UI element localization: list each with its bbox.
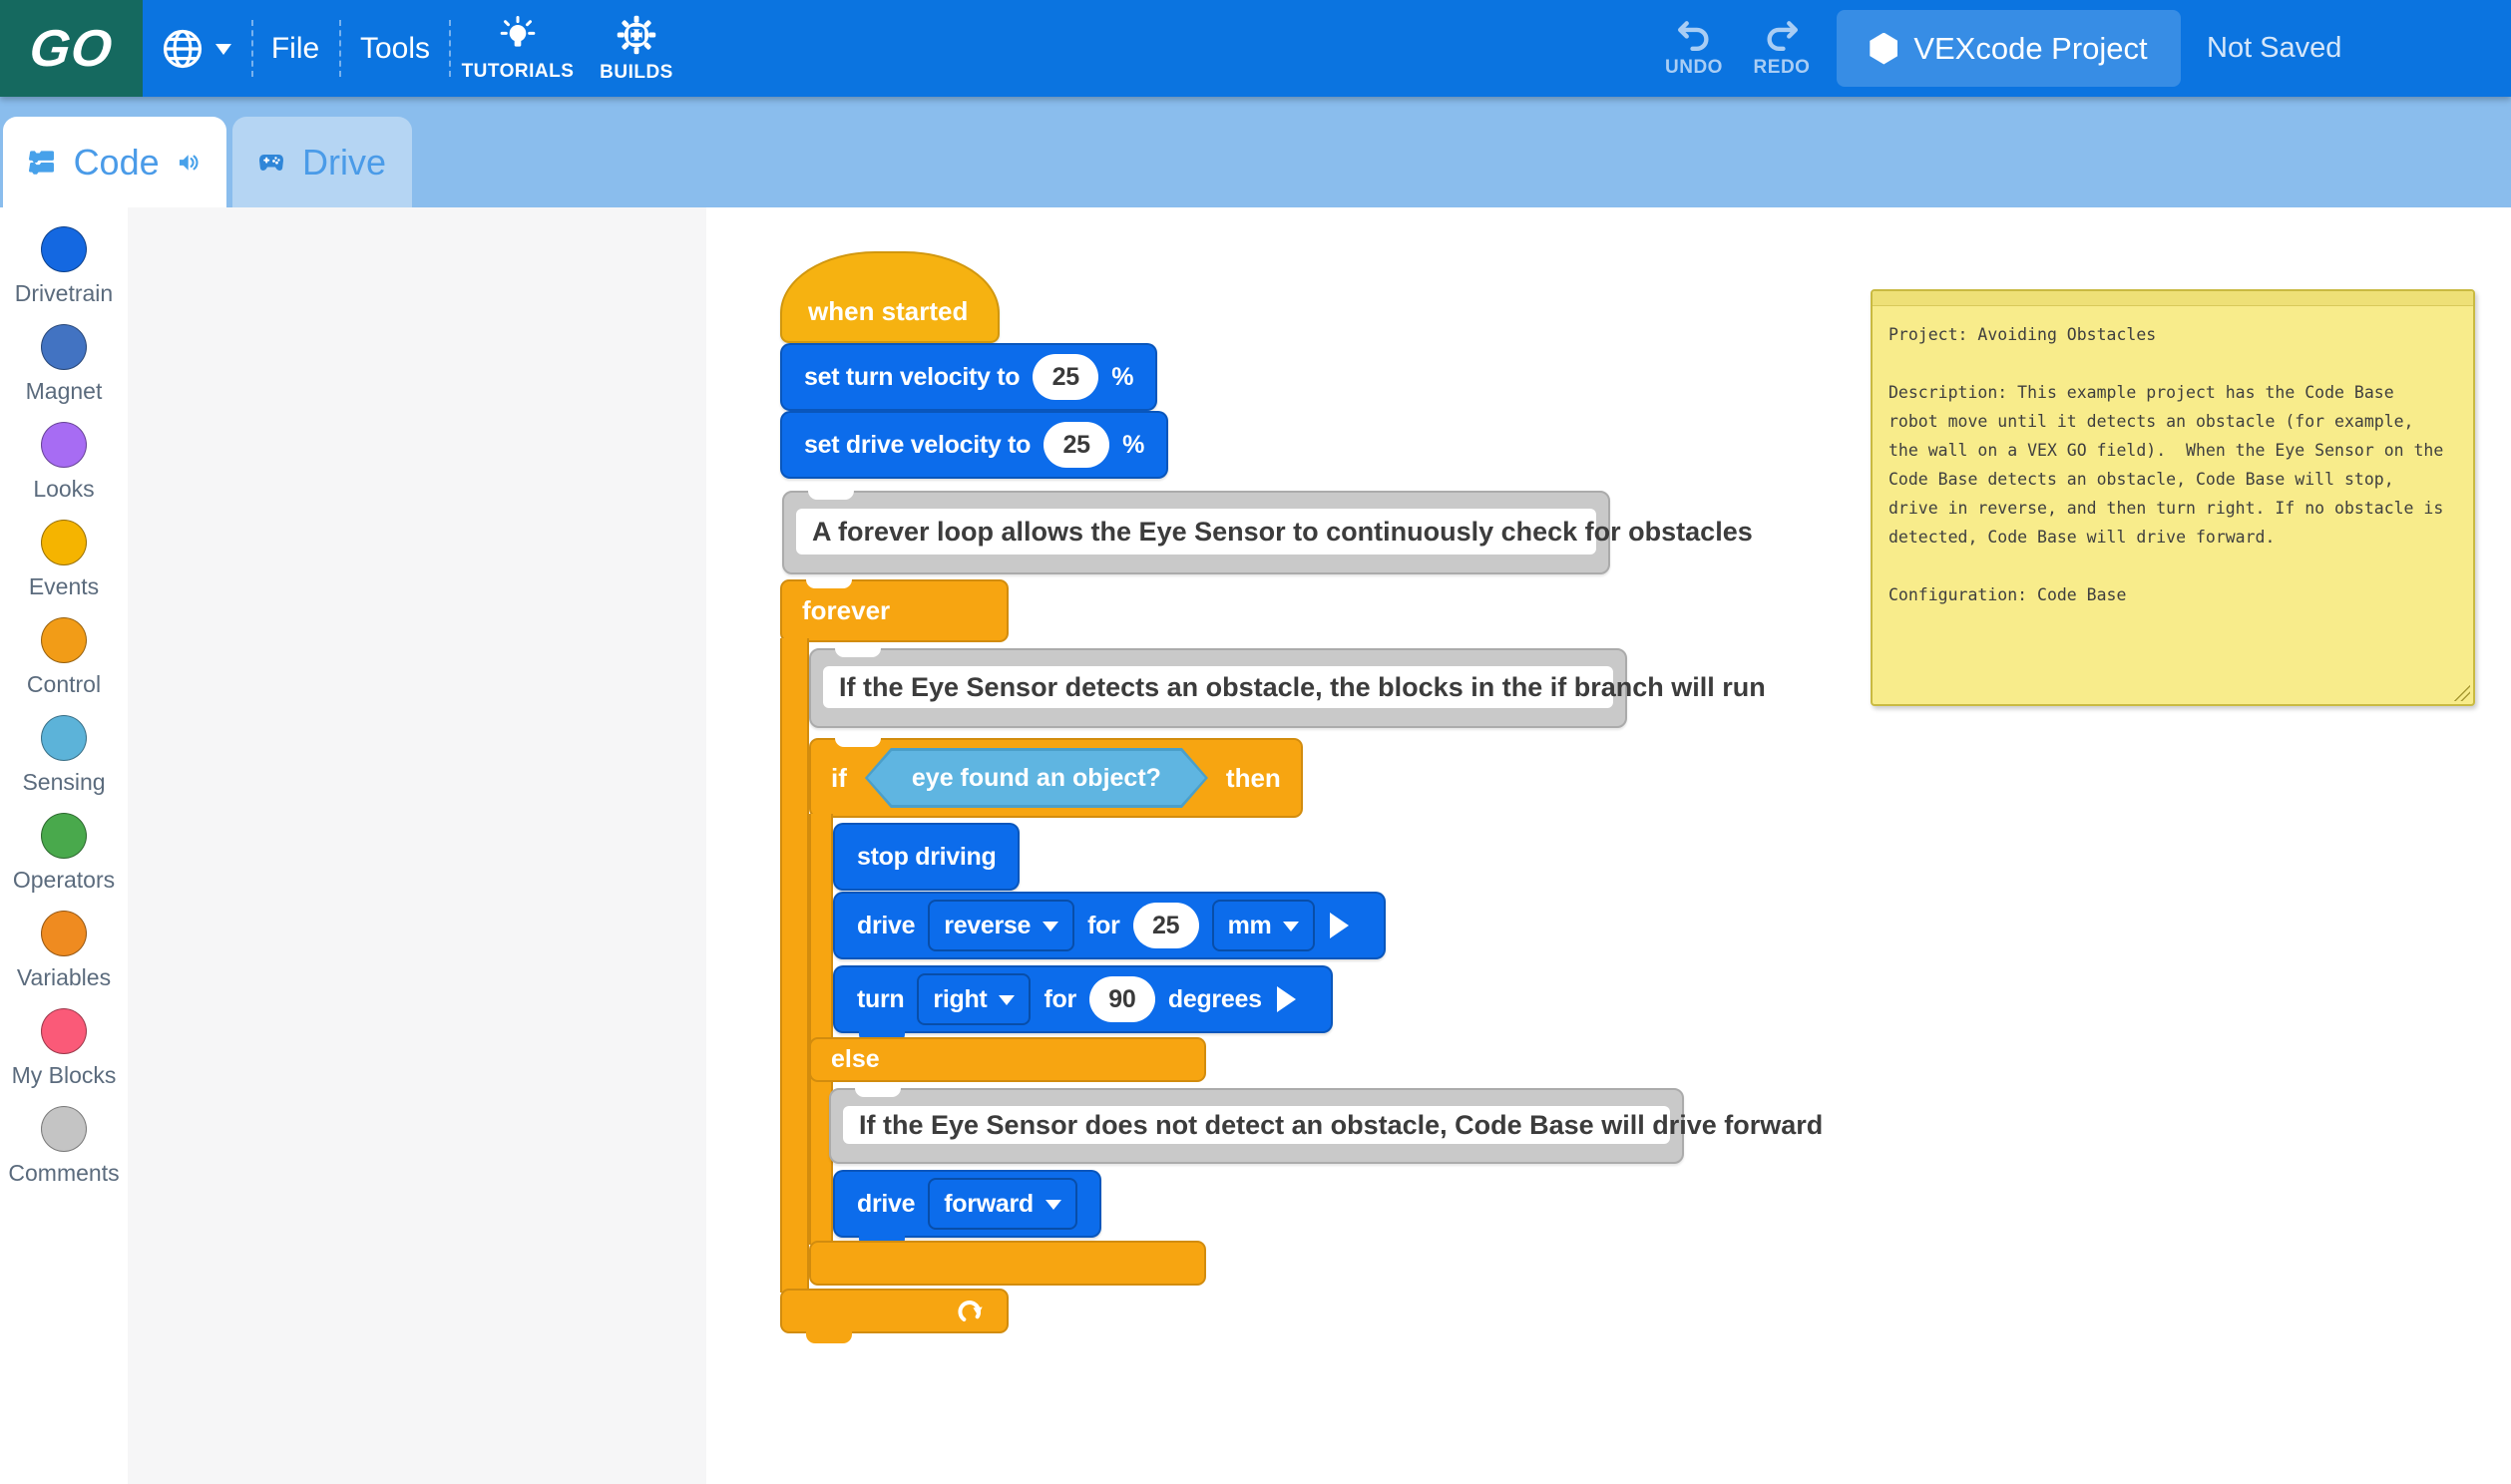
comment-block[interactable]: If the Eye Sensor does not detect an obs…: [829, 1088, 1684, 1164]
sidebar-item-operators[interactable]: Operators: [0, 813, 128, 894]
tab-code-label: Code: [74, 142, 160, 184]
undo-label: UNDO: [1665, 57, 1723, 79]
undo-icon: [1676, 19, 1712, 51]
comment-block[interactable]: If the Eye Sensor detects an obstacle, t…: [809, 648, 1627, 728]
globe-icon: [162, 28, 204, 70]
stop-driving-block[interactable]: stop driving: [833, 823, 1020, 891]
category-sidebar: Drivetrain Magnet Looks Events Control S…: [0, 207, 128, 1484]
builds-button[interactable]: BUILDS: [582, 0, 691, 97]
note-text[interactable]: Project: Avoiding Obstacles Description:…: [1873, 306, 2473, 623]
go-logo-text: GO: [27, 19, 116, 79]
tab-drive-label: Drive: [302, 142, 386, 184]
blocks-icon: [29, 140, 56, 186]
velocity-input[interactable]: 25: [1033, 354, 1098, 400]
file-menu[interactable]: File: [257, 0, 333, 97]
sidebar-item-magnet[interactable]: Magnet: [0, 324, 128, 405]
variables-category-dot: [41, 911, 87, 956]
direction-dropdown[interactable]: forward: [928, 1178, 1077, 1230]
gamepad-icon: [258, 145, 284, 181]
builds-label: BUILDS: [600, 62, 673, 84]
undo-button[interactable]: UNDO: [1658, 0, 1730, 97]
comment-block[interactable]: A forever loop allows the Eye Sensor to …: [782, 491, 1610, 574]
sidebar-item-sensing[interactable]: Sensing: [0, 715, 128, 796]
my-blocks-category-dot: [41, 1008, 87, 1054]
comments-category-dot: [41, 1106, 87, 1152]
vex-hexagon-icon: [1870, 33, 1897, 65]
save-status: Not Saved: [2207, 0, 2341, 97]
vexcode-go-app: GO File Tools: [0, 0, 2511, 1484]
language-menu[interactable]: [152, 0, 241, 97]
drive-forward-block[interactable]: drive forward: [833, 1170, 1101, 1238]
tab-code[interactable]: Code: [3, 117, 226, 207]
chevron-down-icon: [215, 44, 231, 63]
redo-icon: [1764, 19, 1800, 51]
expand-arrow-icon[interactable]: [1330, 913, 1362, 938]
speaker-icon[interactable]: [178, 143, 201, 183]
distance-input[interactable]: 25: [1133, 903, 1199, 948]
note-header[interactable]: [1873, 291, 2473, 306]
go-logo[interactable]: GO: [0, 0, 143, 97]
degrees-input[interactable]: 90: [1089, 976, 1155, 1022]
control-category-dot: [41, 617, 87, 663]
chevron-down-icon: [1283, 922, 1299, 939]
if-block-header[interactable]: if eye found an object? then: [809, 738, 1303, 818]
set-drive-velocity-block[interactable]: set drive velocity to 25 %: [780, 411, 1168, 479]
tab-strip: Code Drive: [0, 97, 2511, 207]
direction-dropdown[interactable]: reverse: [928, 900, 1074, 951]
drivetrain-category-dot: [41, 226, 87, 272]
expand-arrow-icon[interactable]: [1277, 986, 1309, 1012]
divider: [449, 20, 451, 77]
sidebar-item-looks[interactable]: Looks: [0, 422, 128, 503]
sensing-category-dot: [41, 715, 87, 761]
sidebar-item-my-blocks[interactable]: My Blocks: [0, 1008, 128, 1089]
boolean-condition[interactable]: eye found an object?: [865, 748, 1208, 808]
project-name: VEXcode Project: [1913, 31, 2147, 67]
if-block-footer[interactable]: [809, 1241, 1206, 1286]
else-bar[interactable]: else: [809, 1037, 1206, 1082]
project-note[interactable]: Project: Avoiding Obstacles Description:…: [1871, 289, 2475, 706]
set-turn-velocity-block[interactable]: set turn velocity to 25 %: [780, 343, 1157, 411]
chevron-down-icon: [1046, 1200, 1061, 1218]
operators-category-dot: [41, 813, 87, 859]
lightbulb-icon: [498, 15, 538, 55]
project-name-button[interactable]: VEXcode Project: [1837, 10, 2181, 87]
divider: [339, 20, 341, 77]
tools-menu[interactable]: Tools: [347, 0, 443, 97]
chevron-down-icon: [999, 995, 1015, 1013]
drive-reverse-block[interactable]: drive reverse for 25 mm: [833, 892, 1386, 959]
top-bar: GO File Tools: [0, 0, 2511, 97]
sidebar-item-drivetrain[interactable]: Drivetrain: [0, 226, 128, 307]
forever-block-header[interactable]: forever: [780, 579, 1009, 642]
turn-right-block[interactable]: turn right for 90 degrees: [833, 965, 1333, 1033]
sidebar-item-comments[interactable]: Comments: [0, 1106, 128, 1187]
sidebar-item-events[interactable]: Events: [0, 520, 128, 600]
block-palette: [128, 207, 706, 1484]
redo-button[interactable]: REDO: [1746, 0, 1818, 97]
tutorials-label: TUTORIALS: [462, 61, 575, 83]
velocity-input[interactable]: 25: [1044, 422, 1109, 468]
gear-icon: [616, 14, 657, 56]
redo-label: REDO: [1754, 57, 1811, 79]
sidebar-item-control[interactable]: Control: [0, 617, 128, 698]
looks-category-dot: [41, 422, 87, 468]
tools-menu-label: Tools: [360, 32, 430, 66]
tab-drive[interactable]: Drive: [232, 117, 412, 207]
divider: [251, 20, 253, 77]
sidebar-item-variables[interactable]: Variables: [0, 911, 128, 991]
turn-direction-dropdown[interactable]: right: [917, 973, 1031, 1025]
unit-dropdown[interactable]: mm: [1212, 900, 1316, 951]
loop-repeat-icon: [955, 1296, 987, 1327]
chevron-down-icon: [1043, 922, 1058, 939]
events-category-dot: [41, 520, 87, 565]
note-resize-handle[interactable]: [2454, 685, 2470, 701]
magnet-category-dot: [41, 324, 87, 370]
if-block-spine[interactable]: [809, 814, 833, 1245]
forever-block-spine[interactable]: [780, 638, 809, 1293]
file-menu-label: File: [271, 32, 319, 66]
forever-block-footer[interactable]: [780, 1289, 1009, 1333]
tutorials-button[interactable]: TUTORIALS: [454, 0, 582, 97]
